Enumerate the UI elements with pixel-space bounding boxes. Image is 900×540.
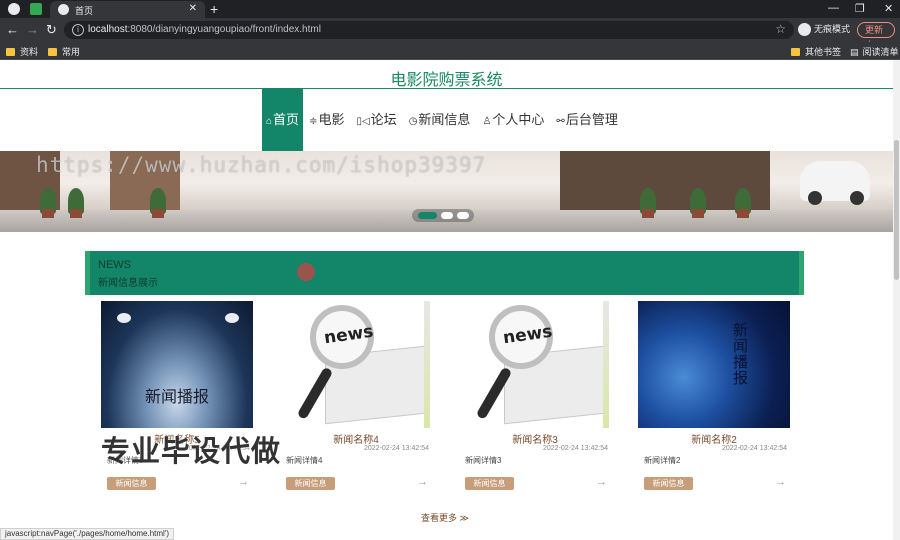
news-image[interactable]: news bbox=[280, 301, 432, 428]
incognito-indicator[interactable]: 无痕模式 bbox=[798, 22, 850, 37]
filter-icon: ≑ bbox=[309, 116, 318, 127]
news-image[interactable]: news bbox=[459, 301, 611, 428]
arrow-right-icon[interactable]: → bbox=[596, 476, 607, 488]
globe-icon bbox=[58, 4, 69, 15]
spotlight bbox=[225, 313, 239, 323]
address-bar[interactable]: i localhost:8080/dianyingyuangoupiao/fro… bbox=[64, 21, 794, 39]
view-more-link[interactable]: 查看更多 ≫ bbox=[421, 511, 469, 524]
incognito-icon bbox=[798, 23, 811, 37]
wheel bbox=[808, 191, 822, 205]
info-icon[interactable]: i bbox=[72, 24, 84, 36]
news-image[interactable]: 新闻播报 bbox=[101, 301, 253, 428]
spotlight bbox=[117, 313, 131, 323]
browser-tab-bar: 首页 ✕ + — ❐ ✕ bbox=[0, 0, 900, 18]
news-image[interactable]: 新闻播报 bbox=[638, 301, 790, 428]
nav-item-home[interactable]: ⌂首页 bbox=[262, 88, 304, 151]
carousel-indicators bbox=[412, 209, 474, 222]
home-icon: ⌂ bbox=[266, 116, 273, 127]
nav-item-movies[interactable]: ≑电影 bbox=[303, 88, 350, 151]
folder-icon bbox=[48, 48, 57, 56]
wheel bbox=[850, 191, 864, 205]
arrow-right-icon[interactable]: → bbox=[238, 476, 249, 488]
section-title-en: NEWS bbox=[98, 259, 131, 271]
accent-bar bbox=[799, 251, 804, 295]
main-nav: ⌂首页 ≑电影 ▯◁论坛 ◷新闻信息 ♙个人中心 ⚯后台管理 bbox=[262, 88, 624, 151]
decoration bbox=[603, 301, 609, 428]
page-scrollbar[interactable] bbox=[893, 60, 900, 540]
reading-list[interactable]: ▤ 阅读清单 bbox=[850, 45, 899, 58]
user-icon: ♙ bbox=[482, 116, 492, 127]
nav-item-profile[interactable]: ♙个人中心 bbox=[476, 88, 550, 151]
bookmark-star-icon[interactable]: ☆ bbox=[775, 22, 786, 36]
image-caption: 新闻播报 bbox=[733, 322, 749, 387]
nav-item-forum[interactable]: ▯◁论坛 bbox=[350, 88, 402, 151]
news-detail: 新闻详情4 bbox=[286, 456, 323, 465]
decoration bbox=[424, 301, 430, 428]
pot bbox=[152, 209, 164, 218]
forum-icon: ▯◁ bbox=[356, 116, 370, 127]
carousel-dot[interactable] bbox=[418, 212, 437, 219]
watermark-text: https://www.huzhan.com/ishop39397 bbox=[36, 153, 487, 177]
news-time: 2022-02-24 13:42:54 bbox=[364, 445, 429, 452]
browser-menu-icon[interactable] bbox=[8, 3, 20, 15]
section-title-cn: 新闻信息展示 bbox=[98, 278, 158, 289]
arrow-right-icon[interactable]: → bbox=[417, 476, 428, 488]
close-icon[interactable]: ✕ bbox=[189, 3, 197, 14]
pot bbox=[42, 209, 54, 218]
carousel-dot[interactable] bbox=[457, 212, 469, 219]
banner-carousel[interactable]: https://www.huzhan.com/ishop39397 bbox=[0, 151, 893, 232]
news-detail: 新闻详情3 bbox=[465, 456, 502, 465]
pot bbox=[642, 209, 654, 218]
new-tab-icon[interactable]: + bbox=[210, 1, 218, 17]
tab-home[interactable]: 首页 ✕ bbox=[50, 1, 205, 18]
bookmark-folder-other[interactable]: 其他书签 bbox=[791, 45, 841, 58]
nav-item-news[interactable]: ◷新闻信息 bbox=[403, 88, 477, 151]
restore-icon[interactable]: ❐ bbox=[855, 2, 865, 15]
link-icon: ⚯ bbox=[556, 116, 565, 127]
news-time: 2022-02-24 13:42:54 bbox=[722, 445, 787, 452]
news-title[interactable]: 新闻名称3 bbox=[459, 431, 611, 446]
scrollbar-thumb[interactable] bbox=[894, 140, 899, 280]
accent-bar bbox=[85, 251, 90, 295]
news-title[interactable]: 新闻名称2 bbox=[638, 431, 790, 446]
bookmark-folder-common[interactable]: 常用 bbox=[48, 45, 80, 58]
promo-overlay-text: 专业毕设代做 bbox=[101, 436, 282, 468]
site-title: 电影院购票系统 bbox=[390, 72, 503, 89]
folder-icon bbox=[791, 48, 800, 56]
carousel-dot[interactable] bbox=[441, 212, 453, 219]
spreadsheet-app-icon[interactable] bbox=[30, 3, 42, 15]
reading-list-icon: ▤ bbox=[850, 47, 859, 57]
arrow-right-icon[interactable]: → bbox=[775, 476, 786, 488]
status-bar-url: javascript:navPage('./pages/home/home.ht… bbox=[0, 528, 175, 540]
news-time: 2022-02-24 13:42:54 bbox=[543, 445, 608, 452]
pot bbox=[70, 209, 82, 218]
image-caption: 新闻播报 bbox=[144, 389, 209, 406]
news-title[interactable]: 新闻名称4 bbox=[280, 431, 432, 446]
browser-toolbar: ← → ↻ i localhost:8080/dianyingyuangoupi… bbox=[0, 18, 900, 49]
news-category-badge: 新闻信息 bbox=[644, 477, 693, 490]
nav-item-admin[interactable]: ⚯后台管理 bbox=[550, 88, 623, 151]
back-icon[interactable]: ← bbox=[6, 22, 19, 37]
pot bbox=[692, 209, 704, 218]
news-category-badge: 新闻信息 bbox=[107, 477, 156, 490]
news-detail: 新闻详情2 bbox=[644, 456, 681, 465]
news-section-header: NEWS 新闻信息展示 bbox=[85, 251, 804, 295]
pot bbox=[737, 209, 749, 218]
forward-icon[interactable]: → bbox=[26, 22, 39, 37]
bookmark-folder-docs[interactable]: 资料 bbox=[6, 45, 38, 58]
news-category-badge: 新闻信息 bbox=[286, 477, 335, 490]
window-close-icon[interactable]: ✕ bbox=[884, 2, 893, 15]
reload-icon[interactable]: ↻ bbox=[46, 22, 57, 38]
minimize-icon[interactable]: — bbox=[828, 2, 839, 14]
clock-icon: ◷ bbox=[408, 116, 418, 127]
update-button[interactable]: 更新 ⋮ bbox=[857, 22, 895, 49]
news-category-badge: 新闻信息 bbox=[465, 477, 514, 490]
folder-icon bbox=[6, 48, 15, 56]
bookmarks-bar: 资料 常用 其他书签 ▤ 阅读清单 bbox=[0, 42, 900, 60]
url-text[interactable]: localhost:8080/dianyingyuangoupiao/front… bbox=[88, 24, 321, 35]
mouse-cursor bbox=[297, 263, 315, 281]
tab-title: 首页 bbox=[75, 6, 94, 16]
